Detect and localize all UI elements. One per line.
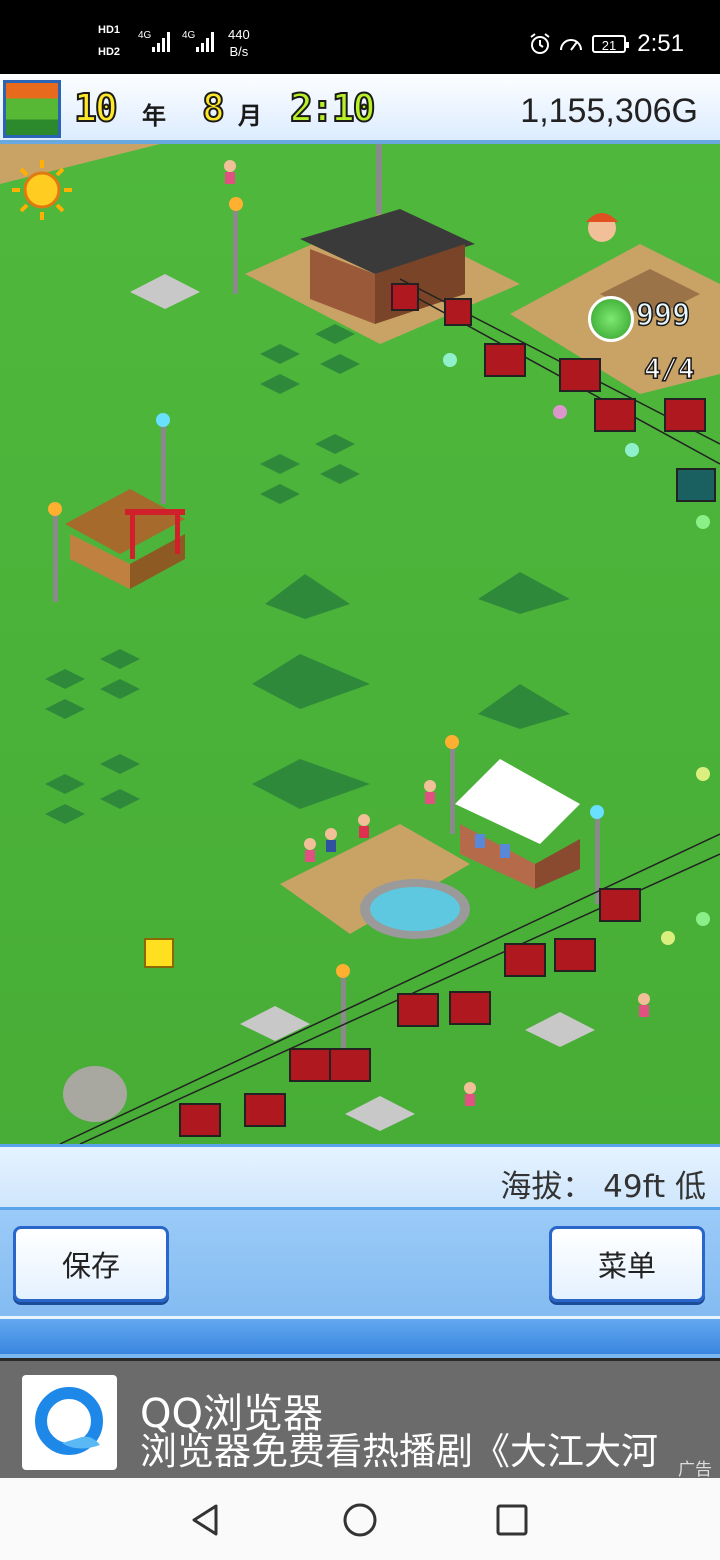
year-value: 10 [73,85,119,131]
menu-button[interactable]: 菜单 [549,1226,705,1302]
recent-icon[interactable] [492,1500,532,1540]
altitude-bar: 海拔： 49ft 低 [0,1144,720,1210]
network-speed: 440 B/s [228,26,250,60]
status-bar: HD1 HD2 4G 4G 440 B/s 21 2:51 [0,0,720,74]
altitude-text: 海拔： 49ft 低 [500,1169,706,1205]
money-amount: 1,155,306G [520,92,698,130]
ad-banner[interactable]: QQ浏览器 浏览器免费看热播剧《大江大河 广告 [0,1358,720,1478]
staff-count: 4/4 [643,351,695,386]
back-icon[interactable] [186,1500,226,1540]
research-points-icon [588,296,634,342]
qq-browser-icon[interactable] [22,1375,117,1470]
speed-unit: B/s [229,44,249,59]
resort-avatar[interactable] [3,80,61,138]
year-unit: 年 [142,102,166,130]
network-type-2: 4G [182,30,196,41]
ad-description[interactable]: 浏览器免费看热播剧《大江大河 [140,1421,658,1475]
signal-bars-1-icon [152,30,170,52]
panel-strip [0,1316,720,1354]
month-unit: 月 [238,102,262,130]
home-icon[interactable] [340,1500,380,1540]
speed-icon [560,39,582,51]
game-clock: 2:10 [289,85,376,131]
ad-tag: 广告 [678,1460,712,1478]
map-scene[interactable] [0,144,720,1144]
hd-indicator-1: HD1 [98,24,121,36]
save-button[interactable]: 保存 [13,1226,169,1302]
alarm-icon [530,33,550,54]
network-type-1: 4G [138,30,152,41]
top-hud: 10 年 8 月 2:10 1,155,306G [0,74,720,144]
status-time: 2:51 [637,30,684,57]
signal-bars-2-icon [196,30,214,52]
hot-spring[interactable] [360,879,470,939]
research-points: 999 [635,297,691,334]
month-value: 8 [201,85,226,131]
hd-indicator-2: HD2 [98,46,121,58]
speed-value: 440 [228,27,250,42]
navigation-bar [0,1478,720,1560]
battery-icon: 21 [592,35,629,53]
game-map[interactable]: 999 4/4 [0,144,720,1144]
bottom-panel: 海拔： 49ft 低 保存 菜单 [0,1144,720,1358]
